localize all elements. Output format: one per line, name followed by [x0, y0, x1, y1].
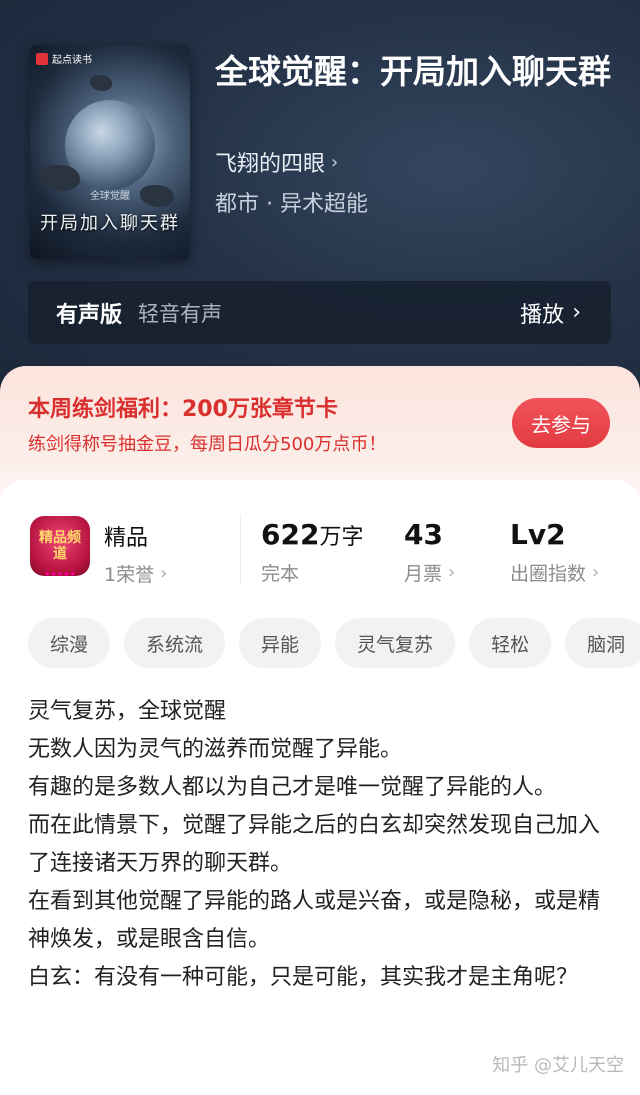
- description-line: 有趣的是多数人都以为自己才是唯一觉醒了异能的人。: [28, 775, 557, 800]
- chevron-right-icon: ›: [160, 563, 168, 584]
- tag-chip[interactable]: 系统流: [124, 618, 226, 668]
- divider: [240, 514, 241, 584]
- qidian-logo-icon: [36, 52, 48, 65]
- monthly-ticket-value: 43: [404, 518, 443, 551]
- category-stat[interactable]: 精品 1荣誉 ›: [104, 520, 167, 587]
- tag-chip[interactable]: 综漫: [28, 618, 111, 668]
- tag-chip[interactable]: 脑洞: [565, 618, 640, 668]
- badge-stars-icon: ★★★★★: [44, 570, 76, 578]
- book-genre: 都市 · 异术超能: [215, 192, 368, 217]
- monthly-ticket-stat[interactable]: 43 月票 ›: [404, 518, 455, 586]
- cover-brand: 起点读书: [36, 51, 92, 66]
- popularity-level: Lv2: [510, 518, 566, 551]
- honor-count: 1荣誉: [104, 564, 155, 586]
- category-badge: 精品频道 ★★★★★: [30, 516, 90, 580]
- description-line: 白玄：有没有一种可能，只是可能，其实我才是主角呢？: [28, 965, 579, 990]
- word-count-stat: 622万字 完本: [261, 518, 363, 586]
- tag-list: 综漫 系统流 异能 灵气复苏 轻松 脑洞: [28, 618, 640, 670]
- play-button[interactable]: 播放 ›: [520, 297, 581, 329]
- book-title: 全球觉醒：开局加入聊天群: [215, 52, 611, 91]
- author-link[interactable]: 飞翔的四眼 ›: [215, 146, 338, 178]
- description-line: 无数人因为灵气的滋养而觉醒了异能。: [28, 737, 403, 762]
- join-button[interactable]: 去参与: [512, 398, 610, 448]
- popularity-index-stat[interactable]: Lv2 出圈指数 ›: [510, 518, 599, 586]
- description-line: 而在此情景下，觉醒了异能之后的白玄却突然发现自己加入了连接诸天万界的聊天群。: [28, 813, 601, 876]
- popularity-label: 出圈指数: [510, 563, 587, 585]
- tag-chip[interactable]: 灵气复苏: [335, 618, 456, 668]
- chevron-right-icon: ›: [331, 151, 339, 173]
- author-name: 飞翔的四眼: [215, 152, 326, 177]
- stats-row: 精品频道 ★★★★★ 精品 1荣誉 › 622万字 完本 43 月票 › Lv2 出…: [0, 510, 640, 590]
- description-line: 在看到其他觉醒了异能的路人或是兴奋，或是隐秘，或是精神焕发，或是眼含自信。: [28, 889, 601, 952]
- promo-detail: 练剑得称号抽金豆，每周日瓜分500万点币！: [28, 434, 387, 455]
- word-count-value: 622: [261, 518, 320, 551]
- badge-text: 精品频道: [39, 530, 81, 562]
- book-description: 灵气复苏，全球觉醒 无数人因为灵气的滋养而觉醒了异能。 有趣的是多数人都以为自己…: [28, 693, 608, 997]
- monthly-ticket-label: 月票: [404, 563, 443, 585]
- description-line: 灵气复苏，全球觉醒: [28, 699, 227, 724]
- chevron-right-icon: ›: [448, 562, 456, 583]
- audio-label: 有声版: [56, 302, 123, 328]
- audio-version-bar[interactable]: 有声版 轻音有声 播放 ›: [28, 281, 611, 344]
- cover-subtitle: 全球觉醒: [90, 191, 130, 202]
- chevron-right-icon: ›: [592, 562, 600, 583]
- cover-asteroid-art: [90, 75, 112, 91]
- category-value: 精品: [104, 526, 149, 551]
- completion-status: 完本: [261, 563, 300, 585]
- book-info-card: 精品频道 ★★★★★ 精品 1荣誉 › 622万字 完本 43 月票 › Lv2 出…: [0, 480, 640, 1095]
- promo-headline: 本周练剑福利：200万张章节卡: [28, 397, 338, 422]
- watermark: 知乎 @艾儿天空: [492, 1055, 624, 1076]
- tag-chip[interactable]: 轻松: [469, 618, 552, 668]
- audio-provider: 轻音有声: [138, 301, 223, 326]
- chevron-right-icon: ›: [572, 300, 581, 325]
- word-count-unit: 万字: [319, 525, 364, 550]
- play-label: 播放: [520, 302, 565, 328]
- book-cover[interactable]: 起点读书 全球觉醒 开局加入聊天群: [30, 45, 190, 259]
- tag-chip[interactable]: 异能: [239, 618, 322, 668]
- cover-title: 开局加入聊天群: [40, 213, 180, 234]
- cover-brand-text: 起点读书: [52, 55, 92, 66]
